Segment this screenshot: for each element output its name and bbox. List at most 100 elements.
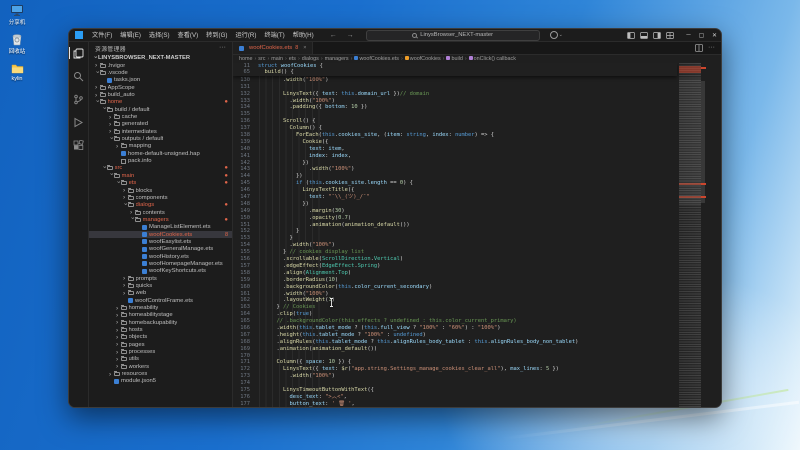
tab-close-icon[interactable]: × bbox=[303, 45, 306, 51]
code-line[interactable]: } bbox=[257, 228, 677, 235]
code-line[interactable]: LinysTextTitle({ bbox=[257, 187, 677, 194]
desktop-icon-recycle-bin[interactable]: 回收站 bbox=[0, 33, 34, 55]
tree-root[interactable]: › LINYSBROWSER_NEXT-MASTER bbox=[89, 54, 232, 62]
menu-item[interactable]: 终端(T) bbox=[260, 29, 288, 42]
minimap-slider[interactable] bbox=[679, 79, 701, 205]
split-editor-icon[interactable] bbox=[695, 44, 703, 52]
explorer-more-actions-icon[interactable]: ··· bbox=[219, 44, 226, 51]
code-line[interactable]: } // cookies display list bbox=[257, 249, 677, 256]
menu-item[interactable]: 帮助(H) bbox=[289, 29, 318, 42]
more-actions-icon[interactable]: ··· bbox=[708, 44, 715, 51]
toggle-panel-icon[interactable] bbox=[640, 31, 648, 39]
tree-item[interactable]: › ets ● bbox=[89, 180, 232, 187]
toggle-sidebar-icon[interactable] bbox=[627, 31, 635, 39]
code-line[interactable]: .borderRadius(10) bbox=[257, 277, 677, 284]
tree-item[interactable]: › contents bbox=[89, 209, 232, 216]
tree-item[interactable]: › intermediates bbox=[89, 128, 232, 136]
source-control-icon[interactable] bbox=[72, 92, 86, 106]
tree-item[interactable]: › home ● bbox=[89, 99, 232, 106]
tree-item[interactable]: › dialogs ● bbox=[89, 202, 232, 209]
breadcrumb-item[interactable]: src bbox=[258, 56, 265, 62]
breadcrumb-item[interactable]: main bbox=[271, 56, 283, 62]
menu-item[interactable]: 转到(G) bbox=[202, 29, 231, 42]
tree-item[interactable]: › pages bbox=[89, 341, 232, 348]
code-line[interactable]: .opacity(0.7) bbox=[257, 215, 677, 222]
code-line[interactable]: .width("100%") bbox=[257, 98, 677, 105]
history-nav-arrows[interactable]: ← → bbox=[330, 32, 358, 39]
breadcrumb-item[interactable]: onClick() callback bbox=[468, 56, 516, 62]
tree-item[interactable]: › resources bbox=[89, 370, 232, 378]
editor-scrollbar[interactable] bbox=[701, 63, 706, 407]
code-line[interactable]: index: index, bbox=[257, 153, 677, 160]
code-line[interactable]: .alignRules(this.tablet_mode ? this.alig… bbox=[257, 339, 677, 346]
minimize-button[interactable]: ─ bbox=[682, 29, 695, 42]
menu-item[interactable]: 选择(S) bbox=[145, 29, 174, 42]
desktop-icon-computer[interactable]: 分享机 bbox=[0, 4, 34, 26]
code-area[interactable]: .direction(this.preferred_hand_left_or_r… bbox=[257, 63, 677, 407]
tree-item[interactable]: › objects bbox=[89, 334, 232, 341]
tree-item[interactable]: woofGeneralManage.ets bbox=[89, 246, 232, 253]
breadcrumb-item[interactable]: managers bbox=[325, 56, 349, 62]
tree-item[interactable]: › managers ● bbox=[89, 216, 232, 223]
code-line[interactable]: desc_text: ">︿<", bbox=[257, 394, 677, 401]
explorer-icon[interactable] bbox=[69, 46, 86, 60]
run-debug-icon[interactable] bbox=[72, 115, 86, 129]
tree-item[interactable]: woofHomepageManager.ets bbox=[89, 260, 232, 267]
tree-item[interactable]: › components bbox=[89, 194, 232, 202]
code-line[interactable]: .width("100%") bbox=[257, 166, 677, 173]
tree-item[interactable]: › homebackupability bbox=[89, 319, 232, 326]
tree-item[interactable]: › outputs / default bbox=[89, 135, 232, 142]
search-sidebar-icon[interactable] bbox=[72, 69, 86, 83]
breadcrumb-item[interactable]: home bbox=[239, 56, 253, 62]
code-line[interactable]: button_text: ' 🗑 ', bbox=[257, 401, 677, 407]
code-line[interactable]: Cookie({ bbox=[257, 139, 677, 146]
toggle-secondary-sidebar-icon[interactable] bbox=[653, 31, 661, 39]
code-line[interactable] bbox=[257, 380, 677, 387]
tree-item[interactable]: › homeabilitystage bbox=[89, 312, 232, 319]
code-line[interactable]: } bbox=[257, 235, 677, 242]
code-line[interactable]: LinysTimeoutButtonWithText({ bbox=[257, 387, 677, 394]
tree-item[interactable]: › blocks bbox=[89, 187, 232, 194]
tree-item[interactable]: › hosts bbox=[89, 326, 232, 334]
maximize-button[interactable]: ▢ bbox=[695, 29, 708, 42]
tree-item[interactable]: › src ● bbox=[89, 165, 232, 172]
code-line[interactable]: .width("100%") bbox=[257, 77, 677, 84]
tree-item[interactable]: › workers bbox=[89, 363, 232, 371]
tree-item[interactable]: › web bbox=[89, 290, 232, 297]
code-line[interactable]: }) bbox=[257, 160, 677, 167]
code-line[interactable]: .height(this.tablet_mode ? "100%" : unde… bbox=[257, 332, 677, 339]
tree-item[interactable]: › utils bbox=[89, 356, 232, 363]
tree-item[interactable]: › generated bbox=[89, 121, 232, 128]
code-line[interactable]: .align(Alignment.Top) bbox=[257, 270, 677, 277]
tree-item[interactable]: › build / default bbox=[89, 106, 232, 113]
code-line[interactable]: }) bbox=[257, 173, 677, 180]
sticky-line[interactable]: 65 build() { bbox=[233, 69, 677, 75]
code-line[interactable]: .width("100%") bbox=[257, 291, 677, 298]
menu-item[interactable]: 查看(V) bbox=[174, 29, 203, 42]
code-line[interactable]: ForEach(this.cookies_site, (item: string… bbox=[257, 132, 677, 139]
tree-item[interactable]: › processes bbox=[89, 348, 232, 356]
tree-item[interactable]: › build_auto bbox=[89, 91, 232, 99]
tree-item[interactable]: › .vscode bbox=[89, 69, 232, 76]
code-line[interactable]: .animation(animation_default()) bbox=[257, 346, 677, 353]
menu-item[interactable]: 编辑(E) bbox=[116, 29, 145, 42]
code-line[interactable] bbox=[257, 84, 677, 91]
code-line[interactable] bbox=[257, 111, 677, 118]
code-line[interactable]: }) bbox=[257, 201, 677, 208]
code-editor[interactable]: 1291301311321331341351361371381391401411… bbox=[233, 63, 721, 407]
code-line[interactable]: Column() { bbox=[257, 125, 677, 132]
code-line[interactable]: .clip(true) bbox=[257, 311, 677, 318]
code-line[interactable] bbox=[257, 353, 677, 360]
code-line[interactable]: .width("100%") bbox=[257, 242, 677, 249]
code-line[interactable]: .padding({ bottom: 10 }) bbox=[257, 104, 677, 111]
code-line[interactable]: } // Cookies bbox=[257, 304, 677, 311]
code-line[interactable]: .margin(30) bbox=[257, 208, 677, 215]
menu-item[interactable]: 文件(F) bbox=[88, 29, 116, 42]
tree-item[interactable]: › .hvigor bbox=[89, 62, 232, 69]
code-line[interactable]: // .backgroundColor(this.effects ? undef… bbox=[257, 318, 677, 325]
tree-item[interactable]: tasks.json bbox=[89, 77, 232, 84]
code-line[interactable]: Scroll() { bbox=[257, 118, 677, 125]
tree-item[interactable]: › prompts bbox=[89, 275, 232, 282]
tree-item[interactable]: › mapping bbox=[89, 143, 232, 150]
code-line[interactable]: LinysText({ text: $r("app.string.Setting… bbox=[257, 366, 677, 373]
